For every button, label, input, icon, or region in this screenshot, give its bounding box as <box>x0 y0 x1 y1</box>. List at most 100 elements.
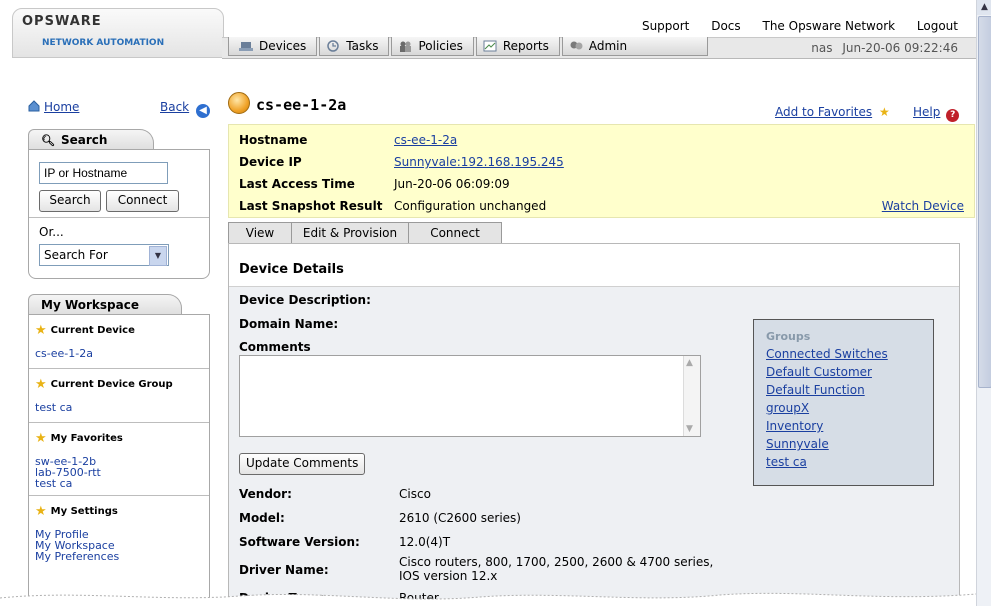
policies-icon <box>398 40 412 52</box>
top-links: Support Docs The Opsware Network Logout <box>624 19 958 33</box>
favorite-link[interactable]: test ca <box>29 478 209 489</box>
hostname-link[interactable]: cs-ee-1-2a <box>394 133 457 147</box>
scroll-up-icon[interactable]: ▲ <box>977 0 991 15</box>
tab-connect[interactable]: Connect <box>409 222 502 243</box>
device-details-panel: Device Details Device Description: Domai… <box>228 243 960 607</box>
driver-name-label: Driver Name: <box>239 563 329 577</box>
admin-icon <box>569 40 583 52</box>
device-ip-link[interactable]: Sunnyvale:192.168.195.245 <box>394 155 564 169</box>
opsware-network-link[interactable]: The Opsware Network <box>762 19 895 33</box>
search-icon: 🔍︎ <box>41 133 55 147</box>
search-button[interactable]: Search <box>39 190 101 212</box>
groups-title: Groups <box>766 330 811 343</box>
username: nas <box>811 41 833 55</box>
opsware-logo: OPSWARE <box>22 14 102 29</box>
nav-tab-policies[interactable]: Policies <box>391 37 474 56</box>
group-link[interactable]: Connected Switches <box>766 345 933 363</box>
workspace-panel: ★ Current Device cs-ee-1-2a ★ Current Devi… <box>28 314 210 607</box>
nav-tab-admin[interactable]: Admin <box>561 37 708 56</box>
user-info: nas Jun-20-06 09:22:46 <box>805 41 958 55</box>
help-link[interactable]: Help ? <box>913 105 960 122</box>
current-device-link[interactable]: cs-ee-1-2a <box>29 346 209 368</box>
page-scrollbar[interactable]: ▲ <box>976 0 991 606</box>
scroll-up-icon[interactable]: ▲ <box>686 358 693 368</box>
reports-icon <box>483 40 497 52</box>
comments-textarea[interactable]: ▲ ▼ <box>239 355 701 437</box>
device-summary: Hostname cs-ee-1-2a Device IP Sunnyvale:19… <box>228 124 975 218</box>
logout-link[interactable]: Logout <box>917 19 958 33</box>
current-device-section: ★ Current Device cs-ee-1-2a <box>29 315 209 368</box>
device-tabs: View Edit & Provision Connect <box>228 222 502 243</box>
nav-tab-tasks[interactable]: Tasks <box>319 37 390 56</box>
last-snapshot-label: Last Snapshot Result <box>239 199 383 213</box>
group-link[interactable]: Sunnyvale <box>766 435 933 453</box>
watch-device-link[interactable]: Watch Device <box>882 199 964 213</box>
model-label: Model: <box>239 511 285 525</box>
divider <box>29 217 209 218</box>
device-status-icon <box>228 92 250 114</box>
software-version-label: Software Version: <box>239 535 360 549</box>
star-icon: ★ <box>35 504 47 519</box>
nav-tab-devices[interactable]: Devices <box>228 37 318 56</box>
app-header: OPSWARE NETWORK AUTOMATION Support Docs … <box>0 0 976 59</box>
group-link[interactable]: Default Function <box>766 381 933 399</box>
nav-tab-label: Admin <box>588 39 628 53</box>
scrollbar-thumb[interactable] <box>978 16 991 388</box>
torn-page-edge <box>0 592 976 608</box>
group-link[interactable]: groupX <box>766 399 933 417</box>
comments-scrollbar[interactable]: ▲ ▼ <box>683 356 700 436</box>
software-version-value: 12.0(4)T <box>399 535 451 549</box>
search-panel-tab: 🔍︎ Search <box>28 129 154 150</box>
star-icon: ★ <box>35 323 47 338</box>
current-group-link[interactable]: test ca <box>29 400 209 422</box>
tasks-icon <box>326 40 340 52</box>
group-link[interactable]: test ca <box>766 453 933 471</box>
chevron-down-icon[interactable]: ▼ <box>149 246 167 266</box>
star-icon: ★ <box>35 431 47 446</box>
help-icon: ? <box>946 109 960 122</box>
nav-tab-label: Tasks <box>346 39 379 53</box>
star-icon: ★ <box>878 105 890 119</box>
groups-box: Groups Connected Switches Default Custom… <box>753 319 934 486</box>
home-link[interactable]: Home <box>28 100 79 114</box>
driver-name-value: Cisco routers, 800, 1700, 2500, 2600 & 4… <box>399 555 714 583</box>
settings-section: ★ My Settings My Profile My Workspace My … <box>29 495 209 562</box>
search-for-select[interactable]: Search For ▼ <box>39 244 169 266</box>
favorites-section: ★ My Favorites sw-ee-1-2b lab-7500-rtt te… <box>29 422 209 495</box>
hostname-label: Hostname <box>239 133 308 147</box>
nav-tab-label: Policies <box>418 39 463 53</box>
update-comments-button[interactable]: Update Comments <box>239 453 366 475</box>
device-description-label: Device Description: <box>239 293 371 307</box>
support-link[interactable]: Support <box>642 19 689 33</box>
settings-link-preferences[interactable]: My Preferences <box>29 551 209 562</box>
main-nav: Devices Tasks Policies Reports Admin <box>228 37 710 57</box>
current-group-section: ★ Current Device Group test ca <box>29 368 209 422</box>
star-icon: ★ <box>35 377 47 392</box>
connect-button[interactable]: Connect <box>106 190 179 212</box>
scroll-down-icon[interactable]: ▼ <box>686 424 693 434</box>
last-access-value: Jun-20-06 06:09:09 <box>394 177 510 191</box>
vendor-label: Vendor: <box>239 487 292 501</box>
docs-link[interactable]: Docs <box>711 19 740 33</box>
tab-edit-provision[interactable]: Edit & Provision <box>292 222 409 243</box>
section-title: Device Details <box>239 262 344 277</box>
add-to-favorites-link[interactable]: Add to Favorites ★ <box>775 105 890 119</box>
vendor-value: Cisco <box>399 487 431 501</box>
group-link[interactable]: Default Customer <box>766 363 933 381</box>
tab-view[interactable]: View <box>228 222 292 243</box>
model-value: 2610 (C2600 series) <box>399 511 521 525</box>
page-title: cs-ee-1-2a <box>256 96 347 114</box>
or-label: Or... <box>39 225 64 239</box>
group-link[interactable]: Inventory <box>766 417 933 435</box>
nav-tab-reports[interactable]: Reports <box>475 37 560 56</box>
devices-icon <box>239 40 253 52</box>
search-panel: Search Connect Or... Search For ▼ <box>28 149 210 279</box>
header-timestamp: Jun-20-06 09:22:46 <box>842 41 958 55</box>
logo-subtitle: NETWORK AUTOMATION <box>42 38 165 48</box>
device-ip-label: Device IP <box>239 155 302 169</box>
domain-name-label: Domain Name: <box>239 317 339 331</box>
back-arrow-icon: ◀ <box>195 104 210 118</box>
back-link[interactable]: Back ◀ <box>160 100 210 118</box>
nav-tab-label: Reports <box>502 39 549 53</box>
search-input[interactable] <box>39 162 168 184</box>
